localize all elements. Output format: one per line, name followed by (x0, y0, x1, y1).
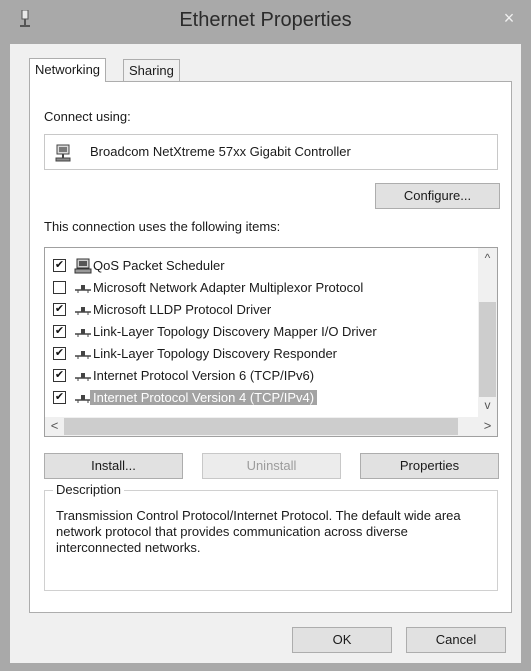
checkbox-checked[interactable]: ✔ (53, 259, 66, 272)
scroll-left-icon[interactable]: < (45, 418, 64, 433)
item-label: Microsoft LLDP Protocol Driver (93, 302, 272, 317)
horizontal-scroll-thumb[interactable] (64, 418, 458, 435)
protocol-icon (75, 285, 91, 293)
horizontal-scrollbar[interactable]: < > (45, 417, 497, 436)
list-item[interactable]: Microsoft Network Adapter Multiplexor Pr… (45, 277, 469, 299)
adapter-field[interactable]: Broadcom NetXtreme 57xx Gigabit Controll… (44, 134, 498, 170)
item-label: Internet Protocol Version 4 (TCP/IPv4) (90, 390, 318, 405)
window-title: Ethernet Properties (179, 9, 352, 31)
checkbox-checked[interactable]: ✔ (53, 369, 66, 382)
properties-button[interactable]: Properties (360, 453, 499, 479)
scroll-down-icon[interactable]: v (478, 398, 497, 412)
description-group: Description Transmission Control Protoco… (44, 482, 498, 591)
ok-button[interactable]: OK (292, 627, 392, 653)
network-adapter-icon (55, 144, 71, 162)
list-item[interactable]: ✔ Internet Protocol Version 6 (TCP/IPv6) (45, 365, 469, 387)
checkbox-unchecked[interactable] (53, 281, 66, 294)
scheduler-icon (74, 258, 92, 274)
vertical-scrollbar[interactable]: ^ v (478, 248, 497, 418)
title-bar[interactable]: Ethernet Properties × (0, 0, 531, 44)
item-label: Internet Protocol Version 6 (TCP/IPv6) (93, 368, 315, 383)
close-button[interactable]: × (495, 6, 523, 30)
items-label: This connection uses the following items… (44, 219, 281, 234)
item-label: Link-Layer Topology Discovery Responder (93, 346, 337, 361)
item-label: Link-Layer Topology Discovery Mapper I/O… (93, 324, 377, 339)
scroll-right-icon[interactable]: > (478, 418, 497, 433)
protocol-icon (75, 351, 91, 359)
tab-sharing[interactable]: Sharing (123, 59, 180, 82)
configure-button[interactable]: Configure... (375, 183, 500, 209)
uninstall-button[interactable]: Uninstall (202, 453, 341, 479)
item-label: Microsoft Network Adapter Multiplexor Pr… (93, 280, 364, 295)
checkbox-checked[interactable]: ✔ (53, 325, 66, 338)
checkbox-checked[interactable]: ✔ (53, 347, 66, 360)
list-item[interactable]: ✔ Link-Layer Topology Discovery Mapper I… (45, 321, 469, 343)
protocol-icon (75, 329, 91, 337)
items-list[interactable]: ✔ QoS Packet Scheduler Microsoft Network… (44, 247, 498, 437)
protocol-icon (75, 373, 91, 381)
install-button[interactable]: Install... (44, 453, 183, 479)
cancel-button[interactable]: Cancel (406, 627, 506, 653)
list-item[interactable]: ✔ QoS Packet Scheduler (45, 255, 469, 277)
checkbox-checked[interactable]: ✔ (53, 303, 66, 316)
item-label: QoS Packet Scheduler (93, 258, 225, 273)
list-item-selected[interactable]: ✔ Internet Protocol Version 4 (TCP/IPv4) (45, 387, 469, 409)
list-item[interactable]: ✔ Link-Layer Topology Discovery Responde… (45, 343, 469, 365)
description-legend: Description (53, 482, 125, 497)
networking-panel: Connect using: Broadcom NetXtreme 57xx G… (29, 81, 512, 613)
scroll-up-icon[interactable]: ^ (478, 251, 497, 265)
vertical-scroll-thumb[interactable] (479, 302, 496, 397)
connect-using-label: Connect using: (44, 109, 131, 124)
tab-networking[interactable]: Networking (29, 58, 107, 82)
description-text: Transmission Control Protocol/Internet P… (56, 508, 461, 555)
checkbox-checked[interactable]: ✔ (53, 391, 66, 404)
protocol-icon (75, 307, 91, 315)
list-item[interactable]: ✔ Microsoft LLDP Protocol Driver (45, 299, 469, 321)
adapter-name: Broadcom NetXtreme 57xx Gigabit Controll… (90, 144, 351, 159)
dialog-body: Networking Sharing Connect using: Broadc… (10, 44, 521, 663)
